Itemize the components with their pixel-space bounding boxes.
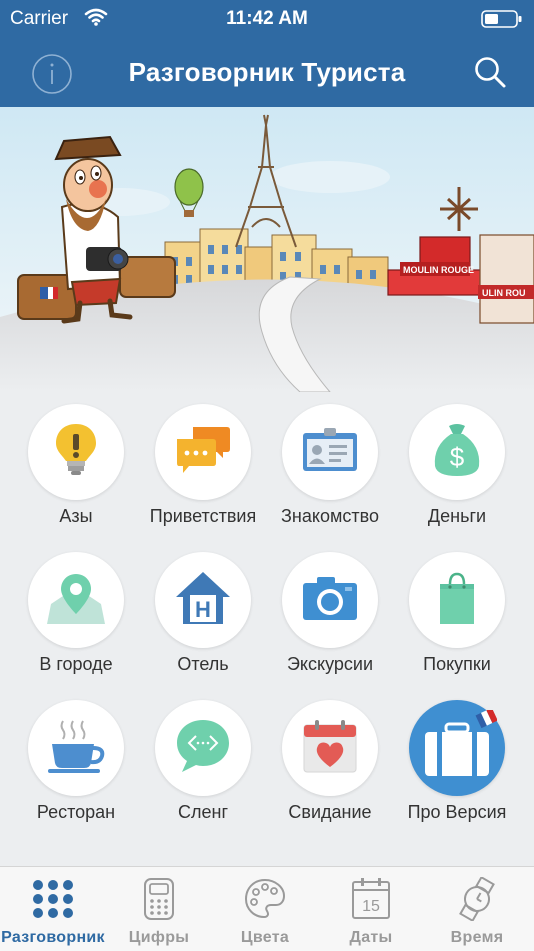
tab-colors[interactable]: Цвета: [212, 867, 318, 951]
battery-icon: [481, 9, 523, 34]
tab-numbers[interactable]: Цифры: [106, 867, 212, 951]
category-excursions[interactable]: Экскурсии: [265, 550, 395, 690]
category-date[interactable]: Свидание: [265, 698, 395, 838]
category-circle: [155, 700, 251, 796]
tab-label: Разговорник: [1, 929, 105, 946]
category-label: Ресторан: [36, 802, 116, 822]
category-circle: $: [409, 404, 505, 500]
category-shopping[interactable]: Покупки: [392, 550, 522, 690]
category-label: Азы: [59, 506, 93, 526]
tab-phrasebook[interactable]: Разговорник: [0, 867, 106, 951]
category-label: Экскурсии: [286, 654, 373, 674]
shopping-bag-icon: [437, 570, 477, 631]
category-label: Приветствия: [149, 506, 257, 526]
search-icon[interactable]: [473, 55, 507, 89]
category-circle: [409, 552, 505, 648]
tab-label: Цифры: [128, 929, 190, 946]
category-circle: [28, 552, 124, 648]
camera-icon: [301, 574, 359, 627]
palette-icon: [243, 877, 287, 921]
tab-label: Даты: [349, 929, 393, 946]
svg-text:$: $: [450, 442, 465, 472]
calendar-icon: 15: [351, 877, 391, 921]
category-restaurant[interactable]: Ресторан: [11, 698, 141, 838]
category-circle: H: [155, 552, 251, 648]
category-label: Сленг: [177, 802, 229, 822]
side-sign: ULIN ROU: [482, 288, 526, 298]
calendar-heart-icon: [302, 718, 358, 779]
chat-bubbles-icon: [175, 425, 231, 480]
calendar-icon-number: 15: [362, 898, 380, 915]
category-azy[interactable]: Азы: [11, 402, 141, 542]
hotel-icon: H: [174, 569, 232, 632]
category-circle: [28, 404, 124, 500]
coffee-cup-icon: [46, 717, 106, 780]
category-label: Деньги: [427, 506, 487, 526]
money-bag-icon: $: [431, 422, 483, 483]
category-acquaintance[interactable]: Знакомство: [265, 402, 395, 542]
category-label: Покупки: [423, 654, 491, 674]
grid-dots-icon: [31, 877, 75, 921]
category-hotel[interactable]: H Отель: [138, 550, 268, 690]
code-bubble-icon: [174, 717, 232, 780]
watch-icon: [455, 875, 499, 923]
status-bar: Carrier 11:42 AM: [0, 0, 534, 36]
page-title: Разговорник Туриста: [128, 57, 406, 87]
tab-bar: Разговорник Цифры Цвета 15 Даты Время: [0, 866, 534, 951]
nav-bar: Разговорник Туриста: [0, 44, 534, 104]
category-money[interactable]: $ Деньги: [392, 402, 522, 542]
category-label: Знакомство: [281, 506, 379, 526]
category-circle: [28, 700, 124, 796]
paris-illustration: MOULIN ROUGE ULIN ROU: [0, 107, 534, 392]
category-circle: [409, 700, 505, 796]
category-circle: [282, 404, 378, 500]
moulin-rouge-sign: MOULIN ROUGE: [403, 265, 474, 275]
svg-text:H: H: [195, 597, 211, 622]
top-bar: Carrier 11:42 AM Разговорник Туриста: [0, 0, 534, 107]
category-circle: [282, 700, 378, 796]
lightbulb-icon: [53, 422, 99, 483]
category-greetings[interactable]: Приветствия: [138, 402, 268, 542]
map-pin-icon: [47, 570, 105, 631]
suitcase-icon: [417, 707, 498, 787]
tab-label: Время: [450, 929, 504, 946]
id-card-icon: [302, 427, 358, 478]
category-pro-version[interactable]: Про Версия: [392, 698, 522, 838]
category-slang[interactable]: Сленг: [138, 698, 268, 838]
tab-time[interactable]: Время: [424, 867, 530, 951]
category-label: Отель: [177, 654, 229, 674]
category-circle: [155, 404, 251, 500]
tab-label: Цвета: [240, 929, 290, 946]
category-label: Свидание: [288, 802, 372, 822]
category-label: Про Версия: [407, 802, 507, 822]
category-circle: [282, 552, 378, 648]
category-in-city[interactable]: В городе: [11, 550, 141, 690]
tab-dates[interactable]: 15 Даты: [318, 867, 424, 951]
clock: 11:42 AM: [226, 8, 308, 29]
category-label: В городе: [39, 654, 113, 674]
calculator-icon: [142, 877, 176, 921]
